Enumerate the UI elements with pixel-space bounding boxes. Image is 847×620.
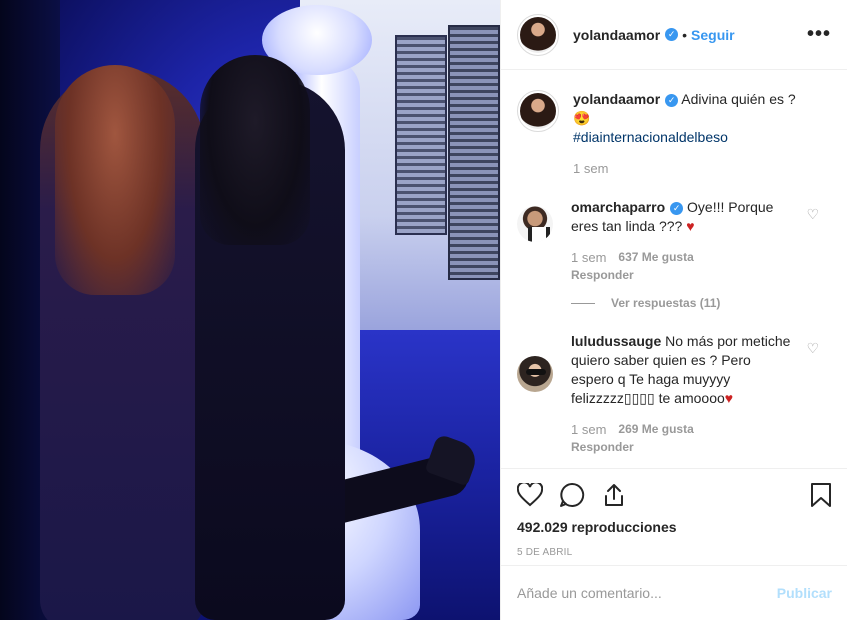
caption-username[interactable]: yolandaamor: [573, 91, 660, 107]
background-door: [395, 35, 447, 235]
avatar-image: [520, 16, 556, 53]
publish-button[interactable]: Publicar: [777, 585, 832, 601]
comment-meta: 1 sem 269 Me gusta: [571, 422, 796, 437]
view-replies-button[interactable]: Ver respuestas (11): [571, 296, 831, 310]
comment-like-heart-icon[interactable]: ♡: [806, 340, 819, 357]
caption-hashtag-link[interactable]: #diainternacionaldelbeso: [573, 129, 728, 145]
views-count[interactable]: 492.029 reproducciones: [517, 519, 832, 535]
person-right-hair: [200, 55, 310, 245]
like-heart-icon[interactable]: [517, 483, 543, 507]
caption-timestamp[interactable]: 1 sem: [573, 161, 608, 176]
comment-text: luludussauge No más por metiche quiero s…: [571, 332, 796, 408]
background-door: [448, 25, 500, 280]
reply-button[interactable]: Responder: [571, 440, 796, 454]
post-sidebar: yolandaamor ✓ • Seguir ••• yolandaamor ✓ …: [500, 0, 847, 620]
comment-input[interactable]: [517, 585, 777, 601]
comment-username[interactable]: omarchaparro: [571, 199, 665, 215]
action-icons: [517, 479, 832, 511]
comment-username[interactable]: luludussauge: [571, 333, 661, 349]
comment-like-heart-icon[interactable]: ♡: [806, 206, 819, 223]
comment-meta: 1 sem 637 Me gusta: [571, 250, 796, 265]
more-options-icon[interactable]: •••: [807, 23, 831, 46]
caption-text: yolandaamor ✓ Adivina quién es ? 😍 #diain…: [573, 90, 798, 147]
commenter-avatar[interactable]: [517, 356, 553, 392]
author-username[interactable]: yolandaamor: [573, 27, 660, 43]
comment-item: omarchaparro ✓ Oye!!! Porque eres tan lin…: [517, 198, 831, 282]
separator-dot: •: [682, 26, 688, 43]
view-replies-line: [571, 302, 595, 304]
comment-bubble-icon[interactable]: [559, 482, 585, 508]
comments-list[interactable]: yolandaamor ✓ Adivina quién es ? 😍 #diain…: [501, 70, 847, 468]
comment-text: omarchaparro ✓ Oye!!! Porque eres tan lin…: [571, 198, 796, 236]
comment-likes-count[interactable]: 637 Me gusta: [618, 250, 693, 265]
commenter-avatar[interactable]: [517, 206, 553, 242]
avatar-image: [520, 93, 556, 129]
post-date[interactable]: 5 DE ABRIL: [517, 547, 832, 558]
follow-button[interactable]: Seguir: [691, 27, 735, 43]
verified-badge-icon: ✓: [665, 93, 679, 107]
comment-composer: Publicar: [501, 565, 847, 620]
heart-emoji-icon: ♥: [686, 218, 695, 234]
comment-likes-count[interactable]: 269 Me gusta: [618, 422, 693, 437]
bookmark-icon[interactable]: [810, 482, 832, 508]
post-header: yolandaamor ✓ • Seguir •••: [501, 0, 847, 70]
caption: yolandaamor ✓ Adivina quién es ? 😍 #diain…: [517, 90, 831, 176]
comment-timestamp[interactable]: 1 sem: [571, 422, 606, 437]
post-actions: 492.029 reproducciones 5 DE ABRIL: [501, 468, 847, 558]
comment-timestamp[interactable]: 1 sem: [571, 250, 606, 265]
caption-meta: 1 sem: [573, 161, 798, 176]
verified-badge-icon: ✓: [670, 201, 684, 215]
reply-button[interactable]: Responder: [571, 268, 796, 282]
comment-item: luludussauge No más por metiche quiero s…: [517, 332, 831, 454]
verified-badge-icon: ✓: [665, 28, 679, 41]
caption-avatar[interactable]: [517, 90, 559, 132]
view-replies-label: Ver respuestas (11): [611, 296, 721, 310]
post-video[interactable]: [0, 0, 500, 620]
heart-emoji-icon: ♥: [724, 390, 734, 406]
share-icon[interactable]: [601, 482, 627, 508]
author-avatar[interactable]: [517, 13, 559, 56]
person-left-hair: [55, 65, 175, 295]
